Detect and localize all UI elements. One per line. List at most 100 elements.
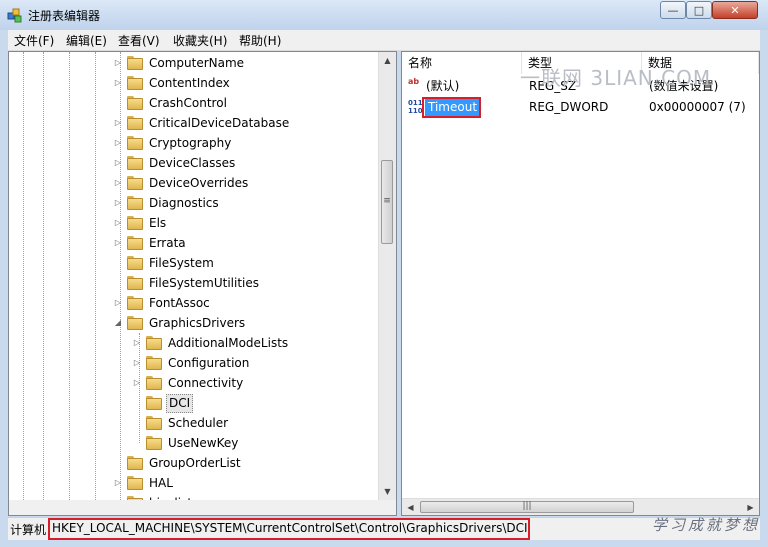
expand-arrow-icon[interactable]: ▷: [113, 298, 123, 308]
folder-icon: [127, 316, 143, 330]
window-title: 注册表编辑器: [28, 9, 101, 23]
expand-arrow-icon[interactable]: ▷: [113, 238, 123, 248]
tree-item-label: ContentIndex: [149, 76, 230, 90]
scroll-left-icon[interactable]: ◀: [402, 499, 419, 515]
scroll-thumb[interactable]: |||: [420, 501, 634, 513]
scroll-down-icon[interactable]: ▼: [379, 483, 396, 500]
expand-arrow-icon[interactable]: ▷: [113, 478, 123, 488]
tree-item[interactable]: ▷ Configuration: [9, 353, 379, 373]
tree-item[interactable]: Scheduler: [9, 413, 379, 433]
menu-help[interactable]: 帮助(H): [239, 32, 281, 49]
expand-arrow-icon[interactable]: ▷: [113, 178, 123, 188]
tree-item[interactable]: UseNewKey: [9, 433, 379, 453]
expand-arrow-icon[interactable]: ▷: [113, 118, 123, 128]
value-type: REG_DWORD: [529, 100, 609, 114]
expand-arrow-icon[interactable]: ▷: [132, 338, 142, 348]
tree-item[interactable]: GroupOrderList: [9, 453, 379, 473]
expand-arrow-icon[interactable]: ▷: [113, 158, 123, 168]
watermark: 一联网 3LIAN.COM: [520, 66, 712, 90]
expand-arrow-icon[interactable]: ▷: [113, 58, 123, 68]
tree-item[interactable]: ▷ Errata: [9, 233, 379, 253]
folder-icon: [146, 336, 162, 350]
tree-item[interactable]: ▷ CriticalDeviceDatabase: [9, 113, 379, 133]
folder-icon: [127, 296, 143, 310]
folder-icon: [146, 396, 162, 410]
tree-item-label: Errata: [149, 236, 186, 250]
folder-icon: [127, 216, 143, 230]
tree-item-label: GroupOrderList: [149, 456, 241, 470]
tree-item[interactable]: ▷ Cryptography: [9, 133, 379, 153]
registry-tree[interactable]: ▷ ComputerName ▷ ContentIndex CrashControl ▷ C…: [8, 51, 397, 516]
tree-item-label: AdditionalModeLists: [168, 336, 289, 350]
tree-item-label: DeviceOverrides: [149, 176, 249, 190]
expand-arrow-icon[interactable]: ▷: [132, 358, 142, 368]
menu-bar: 文件(F) 编辑(E) 查看(V) 收藏夹(H) 帮助(H): [8, 30, 760, 51]
expand-arrow-icon[interactable]: ▷: [113, 78, 123, 88]
expand-arrow-icon[interactable]: ▷: [113, 198, 123, 208]
tree-item[interactable]: CrashControl: [9, 93, 379, 113]
value-name: (默认): [426, 79, 460, 93]
highlight-box-path: [48, 518, 530, 540]
tree-item-label: ComputerName: [149, 56, 245, 70]
tree-item-label: Scheduler: [168, 416, 229, 430]
tree-item[interactable]: ◢ GraphicsDrivers: [9, 313, 379, 333]
status-bar: 计算机 HKEY_LOCAL_MACHINE\SYSTEM\CurrentCon…: [8, 517, 760, 540]
tree-item-label: HAL: [149, 476, 173, 490]
tree-item[interactable]: ▷ DeviceOverrides: [9, 173, 379, 193]
tree-item[interactable]: FileSystem: [9, 253, 379, 273]
tree-item-label: CrashControl: [149, 96, 227, 110]
status-label: 计算机: [10, 523, 47, 537]
tree-item[interactable]: ▷ DeviceClasses: [9, 153, 379, 173]
folder-icon: [146, 376, 162, 390]
scroll-thumb[interactable]: ≡: [381, 160, 393, 244]
folder-icon: [127, 56, 143, 70]
tree-item-label: Diagnostics: [149, 196, 219, 210]
menu-edit[interactable]: 编辑(E): [66, 32, 107, 49]
tree-item[interactable]: ▷ Els: [9, 213, 379, 233]
tree-item[interactable]: ▷ Diagnostics: [9, 193, 379, 213]
tree-item-label: DeviceClasses: [149, 156, 236, 170]
tree-item[interactable]: ▷ HAL: [9, 473, 379, 493]
tree-item-label: Cryptography: [149, 136, 232, 150]
tree-item[interactable]: ▷ FontAssoc: [9, 293, 379, 313]
folder-icon: [127, 136, 143, 150]
tree-item[interactable]: FileSystemUtilities: [9, 273, 379, 293]
tree-item-label: GraphicsDrivers: [149, 316, 246, 330]
menu-file[interactable]: 文件(F): [14, 32, 54, 49]
tree-item[interactable]: ▷ ComputerName: [9, 53, 379, 73]
registry-editor-icon: [7, 7, 23, 23]
maximize-button[interactable]: □: [686, 1, 712, 19]
column-header-name[interactable]: 名称: [402, 52, 522, 74]
tree-item[interactable]: ▷ ContentIndex: [9, 73, 379, 93]
folder-icon: [127, 236, 143, 250]
tree-item-label: FileSystem: [149, 256, 214, 270]
menu-view[interactable]: 查看(V): [118, 32, 160, 49]
folder-icon: [127, 256, 143, 270]
tree-vertical-scrollbar[interactable]: ▲ ≡ ▼: [378, 52, 396, 500]
tree-item[interactable]: ▷ AdditionalModeLists: [9, 333, 379, 353]
expand-arrow-icon[interactable]: ▷: [132, 378, 142, 388]
collapse-arrow-icon[interactable]: ◢: [113, 318, 123, 328]
values-list[interactable]: 名称 类型 数据 ab (默认) REG_SZ (数值未设置) 011 110 T…: [401, 51, 760, 516]
expand-arrow-icon[interactable]: ▷: [113, 218, 123, 228]
tree-item[interactable]: ▷ Connectivity: [9, 373, 379, 393]
folder-icon: [127, 176, 143, 190]
tree-item-label: UseNewKey: [168, 436, 239, 450]
folder-icon: [127, 96, 143, 110]
folder-icon: [146, 416, 162, 430]
highlight-box-timeout: [422, 97, 481, 118]
folder-icon: [127, 476, 143, 490]
folder-icon: [127, 76, 143, 90]
tree-item-label: Els: [149, 216, 167, 230]
scroll-up-icon[interactable]: ▲: [379, 52, 396, 69]
signature-watermark: 学习成就梦想: [652, 516, 761, 534]
tree-item-label: FileSystemUtilities: [149, 276, 259, 290]
expand-arrow-icon[interactable]: ▷: [113, 138, 123, 148]
tree-item-label: Configuration: [168, 356, 250, 370]
close-button[interactable]: ✕: [712, 1, 758, 19]
value-data: 0x00000007 (7): [649, 100, 746, 114]
minimize-button[interactable]: —: [660, 1, 686, 19]
folder-icon: [127, 276, 143, 290]
menu-favorites[interactable]: 收藏夹(H): [173, 32, 227, 49]
tree-item[interactable]: DCI: [9, 393, 379, 413]
